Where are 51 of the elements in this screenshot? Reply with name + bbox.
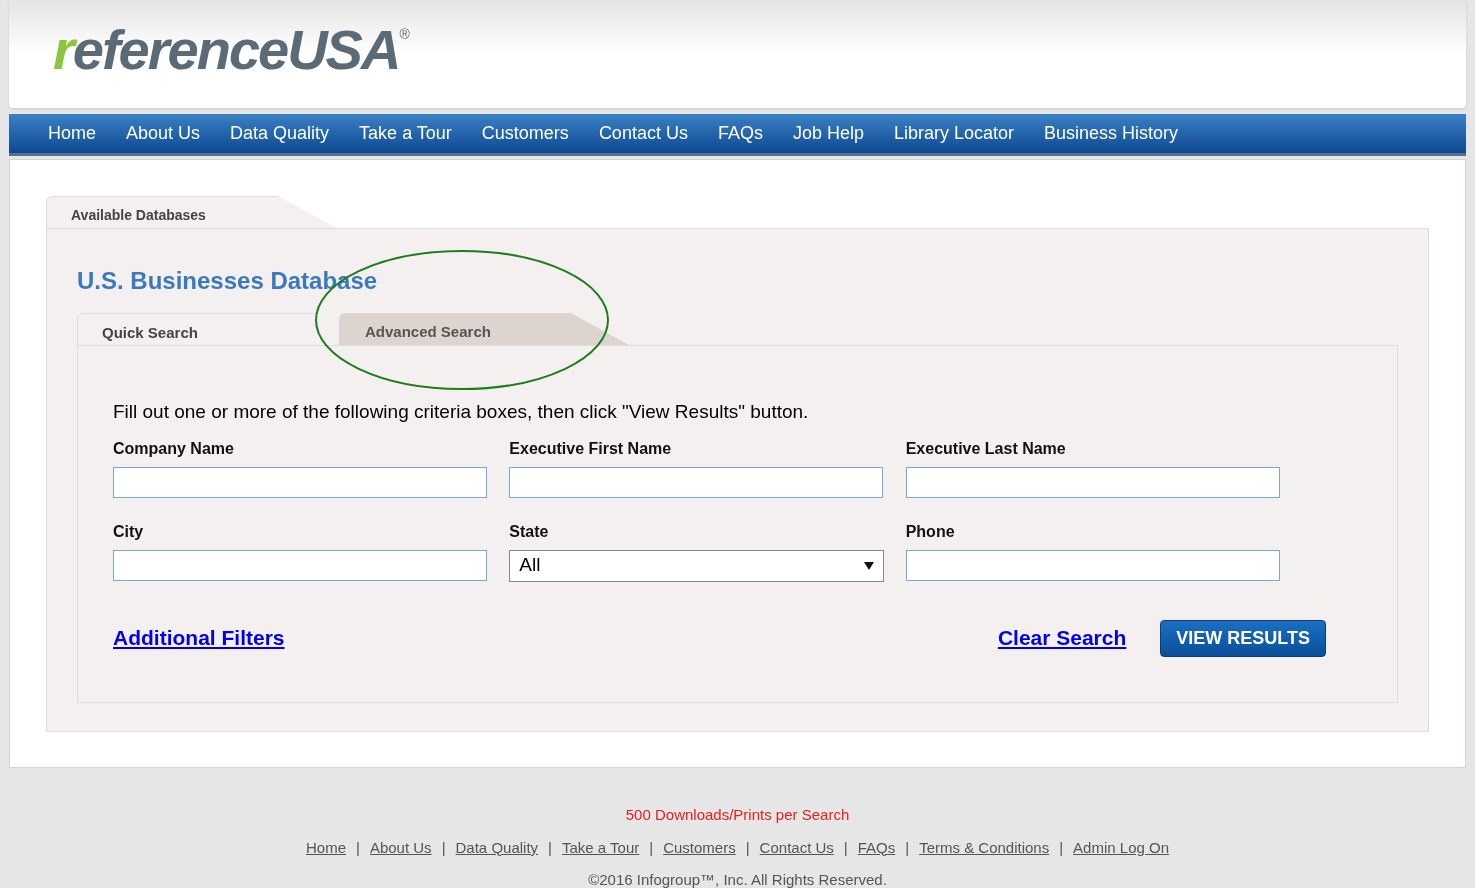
footer-link[interactable]: Customers [663,836,736,859]
download-limit-notice: 500 Downloads/Prints per Search [625,805,850,825]
nav-link[interactable]: Job Help [777,120,879,147]
link-separator: | [649,837,654,858]
text-field[interactable] [905,466,1280,498]
dropdown-value: All [519,553,541,578]
nav-link[interactable]: Contact Us [583,120,703,147]
logo[interactable]: referenceUSA [53,22,400,78]
caret-icon [863,561,874,570]
nav-link[interactable]: Data Quality [215,120,345,147]
footer-link[interactable]: Data Quality [455,836,539,859]
footer-link[interactable]: Admin Log On [1073,836,1169,859]
link-separator: | [1059,837,1064,858]
field-label: City [113,521,145,542]
footer-link[interactable]: Terms & Conditions [919,836,1050,859]
nav-link[interactable]: About Us [111,120,216,147]
nav-link[interactable]: FAQs [702,120,778,147]
field-label: State [509,521,550,542]
additional-filters-link[interactable]: Additional Filters [113,622,285,654]
link-separator: | [745,837,750,858]
nav-link[interactable]: Home [33,120,111,147]
link-separator: | [356,837,360,858]
footer-link[interactable]: Take a Tour [562,836,640,859]
nav-link[interactable]: Business History [1029,120,1194,147]
field-label: Phone [905,521,956,542]
link-separator: | [441,837,446,858]
text-field[interactable] [905,549,1280,581]
footer-link[interactable]: FAQs [857,836,896,859]
registered-mark: ® [399,25,410,42]
search-tab[interactable]: Advanced Search [339,313,629,345]
link-separator: | [548,837,552,858]
field-label: Company Name [113,438,235,459]
nav-link[interactable]: Take a Tour [344,120,467,147]
text-field[interactable] [113,466,487,498]
field-label: Executive First Name [509,438,673,459]
footer-link[interactable]: About Us [369,836,432,859]
search-tab[interactable]: Quick Search [77,313,339,345]
link-separator: | [905,837,910,858]
view-results-button[interactable]: VIEW RESULTS [1160,619,1326,657]
text-field[interactable] [113,549,487,581]
link-separator: | [843,837,848,858]
instructions-text: Fill out one or more of the following criteria boxes, then click "View Results" button. [113,400,810,424]
footer-link[interactable]: Home [306,836,346,859]
text-field[interactable] [509,466,884,498]
state-dropdown[interactable]: All [509,549,884,582]
copyright-text: ©2016 Infogroup™, Inc. All Rights Reserved. [588,870,887,888]
nav-link[interactable]: Library Locator [879,120,1030,147]
nav-link[interactable]: Customers [466,120,584,147]
footer-link[interactable]: Contact Us [759,836,834,859]
field-label: Executive Last Name [905,438,1067,459]
clear-search-link[interactable]: Clear Search [997,622,1127,654]
